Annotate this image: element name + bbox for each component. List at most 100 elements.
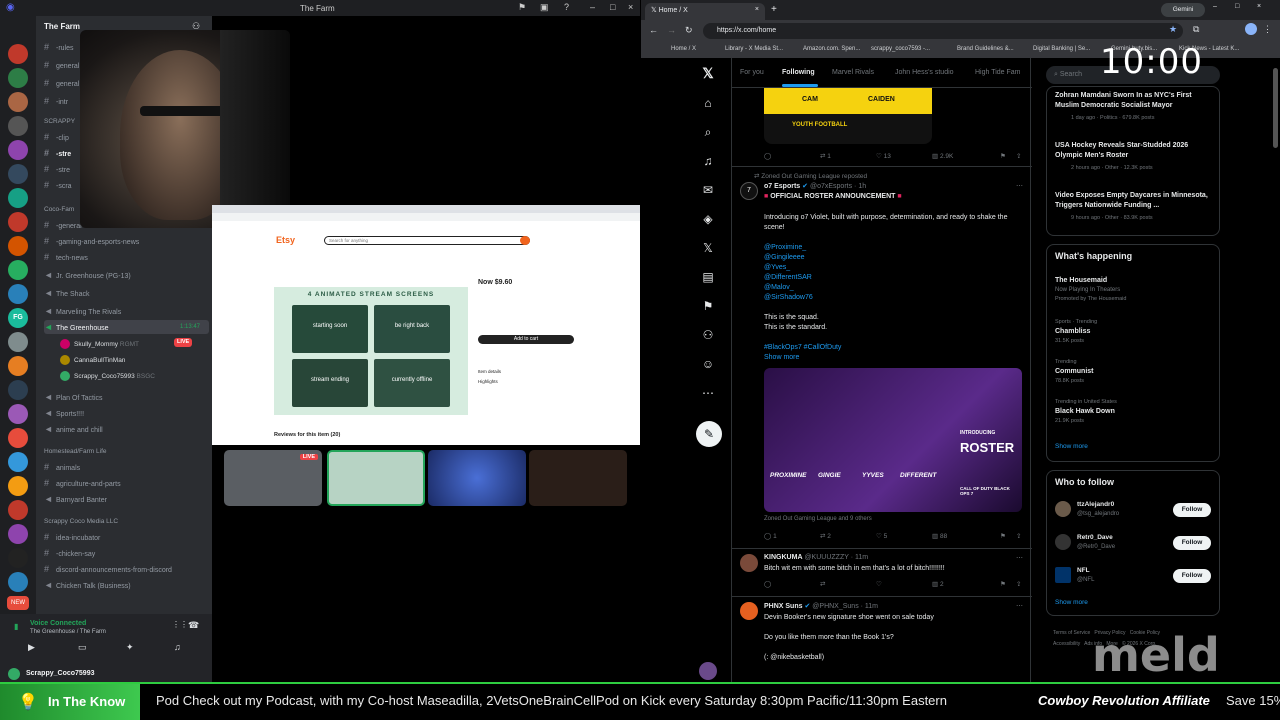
avatar[interactable] xyxy=(740,602,758,620)
voice-user[interactable]: Skully_Mommy RGMT xyxy=(60,338,139,352)
noise-suppression-icon[interactable]: ⋮⋮ xyxy=(172,620,188,629)
server-icon[interactable] xyxy=(8,68,28,88)
profile-icon[interactable]: ☺ xyxy=(699,355,717,373)
share-icon[interactable]: ⇪ xyxy=(1016,580,1021,588)
etsy-logo[interactable]: Etsy xyxy=(276,235,295,245)
back-icon[interactable]: ← xyxy=(649,25,658,35)
server-icon[interactable] xyxy=(8,524,28,544)
bookmark[interactable]: Home / X xyxy=(671,46,696,52)
voice-user[interactable]: Scrappy_Coco75993 BSGC xyxy=(60,370,155,384)
follow-name[interactable]: NFL xyxy=(1077,567,1090,574)
close-icon[interactable]: × xyxy=(1257,3,1261,10)
menu-icon[interactable]: ⋮ xyxy=(1263,24,1272,35)
server-icon[interactable]: FG xyxy=(8,308,28,328)
server-icon[interactable] xyxy=(8,284,28,304)
reply-icon[interactable]: ◯ 1 xyxy=(764,532,777,540)
etsy-search-icon[interactable] xyxy=(520,236,530,245)
trend-title[interactable]: Chambliss xyxy=(1055,328,1090,335)
category-scrappy[interactable]: SCRAPPY xyxy=(44,116,75,128)
server-icon[interactable] xyxy=(8,404,28,424)
channel-item[interactable]: # -gaming-and-esports-news xyxy=(44,234,209,248)
post-author[interactable]: PHNX Suns ✔ @PHNX_Suns · 11m xyxy=(764,602,878,610)
bookmark[interactable]: scrappy_coco7593 -... xyxy=(871,46,930,52)
voice-channel[interactable]: ◄ anime and chill xyxy=(44,422,209,436)
bookmark-icon[interactable]: ⚑ xyxy=(1000,580,1006,588)
bookmark[interactable]: Amazon.com. Spen... xyxy=(803,46,860,52)
stream-tile[interactable] xyxy=(428,450,526,506)
repost-icon[interactable]: ⇄ 2 xyxy=(820,532,831,540)
explore-icon[interactable]: ⌕ xyxy=(699,123,717,141)
more-options-icon[interactable]: ⋯ xyxy=(1016,182,1023,190)
more-icon[interactable]: ⋯ xyxy=(699,384,717,402)
category-homestead[interactable]: Homestead/Farm Life xyxy=(44,446,107,458)
maximize-icon[interactable]: □ xyxy=(1235,3,1239,10)
close-tab-icon[interactable]: × xyxy=(755,6,759,13)
server-icon[interactable] xyxy=(8,332,28,352)
voice-user[interactable]: CannaBullTinMan xyxy=(60,354,125,368)
scrollbar[interactable] xyxy=(1273,68,1278,148)
repost-icon[interactable]: ⇄ 1 xyxy=(820,152,831,160)
repost-icon[interactable]: ⇄ xyxy=(820,580,825,588)
channel-item[interactable]: # agriculture-and-parts xyxy=(44,476,209,490)
share-icon[interactable]: ⇪ xyxy=(1016,532,1021,540)
minimize-icon[interactable]: – xyxy=(590,2,595,12)
messages-icon[interactable]: ✉ xyxy=(699,181,717,199)
channel-item[interactable]: # -chicken-say xyxy=(44,546,209,560)
post-hashtags[interactable]: #BlackOps7 #CallOfDuty xyxy=(764,344,841,351)
bookmark[interactable]: Brand Guidelines &... xyxy=(957,46,1014,52)
bookmark-icon[interactable]: ⚑ xyxy=(1000,152,1006,160)
more-options-icon[interactable]: ⋯ xyxy=(1016,602,1023,610)
views-icon[interactable]: ▥ 2.9K xyxy=(932,152,953,160)
post-author[interactable]: KINGKUMA @KUUUZZZY · 11m xyxy=(764,554,868,561)
follow-button[interactable]: Follow xyxy=(1173,503,1211,517)
avatar[interactable] xyxy=(1055,567,1071,583)
url-bar[interactable]: https://x.com/home xyxy=(703,23,1183,39)
avatar[interactable]: 7 xyxy=(740,182,758,200)
tab-john-hess[interactable]: John Hess's studio xyxy=(895,69,954,76)
voice-channel[interactable]: ◄ Sports!!!! xyxy=(44,406,209,420)
server-icon[interactable] xyxy=(8,260,28,280)
news-title[interactable]: Zohran Mamdani Sworn In as NYC's First M… xyxy=(1055,91,1215,111)
new-tab-button[interactable]: + xyxy=(771,4,777,15)
stream-tile[interactable]: LIVE xyxy=(224,450,322,506)
bookmarks-icon[interactable]: ⚑ xyxy=(699,297,717,315)
avatar[interactable] xyxy=(740,554,758,572)
post-author[interactable]: o7 Esports ✔ @o7xEsports · 1h xyxy=(764,182,866,190)
profile-avatar[interactable] xyxy=(1245,23,1257,35)
server-icon[interactable] xyxy=(8,380,28,400)
maximize-icon[interactable]: □ xyxy=(610,2,615,12)
bookmark[interactable]: Library - X Media St... xyxy=(725,46,783,52)
show-more-link[interactable]: Show more xyxy=(764,354,799,361)
reply-icon[interactable]: ◯ xyxy=(764,580,771,588)
stream-tile[interactable] xyxy=(529,450,627,506)
voice-channel[interactable]: ◄ Marveling The Rivals xyxy=(44,304,209,318)
stream-tile[interactable] xyxy=(327,450,425,506)
footer-link[interactable]: Terms of Service xyxy=(1053,630,1090,636)
avatar[interactable] xyxy=(699,662,717,680)
like-icon[interactable]: ♡ xyxy=(876,580,882,588)
post-mentions[interactable]: @Proximine_ @Gingileeee @Yves_ @DifferentS… xyxy=(764,243,813,303)
tab-following[interactable]: Following xyxy=(782,69,815,76)
item-details[interactable]: Item details xyxy=(478,369,501,374)
server-icon[interactable] xyxy=(8,500,28,520)
follow-name[interactable]: ttzAlejandr0 xyxy=(1077,501,1114,508)
news-title[interactable]: Video Exposes Empty Daycares in Minnesot… xyxy=(1055,191,1215,211)
voice-location[interactable]: The Greenhouse / The Farm xyxy=(30,629,106,635)
tab-high-tide[interactable]: High Tide Fam xyxy=(975,69,1021,76)
self-username[interactable]: Scrappy_Coco75993 xyxy=(26,670,94,677)
follow-name[interactable]: Retr0_Dave xyxy=(1077,534,1113,541)
server-name[interactable]: The Farm xyxy=(44,22,80,31)
server-icon[interactable] xyxy=(8,356,28,376)
bookmark-star-icon[interactable]: ★ xyxy=(1169,24,1177,35)
media-credit[interactable]: Zoned Out Gaming League and 9 others xyxy=(764,516,872,522)
server-icon[interactable] xyxy=(8,188,28,208)
show-more-link[interactable]: Show more xyxy=(1055,443,1088,450)
server-icon[interactable] xyxy=(8,140,28,160)
extensions-icon[interactable]: ⧉ xyxy=(1193,24,1199,35)
avatar[interactable] xyxy=(1055,534,1071,550)
channel-item[interactable]: # animals xyxy=(44,460,209,474)
post-credit[interactable]: (: @nikebasketball) xyxy=(764,654,824,661)
server-icon[interactable] xyxy=(8,548,28,568)
trend-title[interactable]: Communist xyxy=(1055,368,1094,375)
x-logo-icon[interactable]: 𝕏 xyxy=(699,64,717,82)
